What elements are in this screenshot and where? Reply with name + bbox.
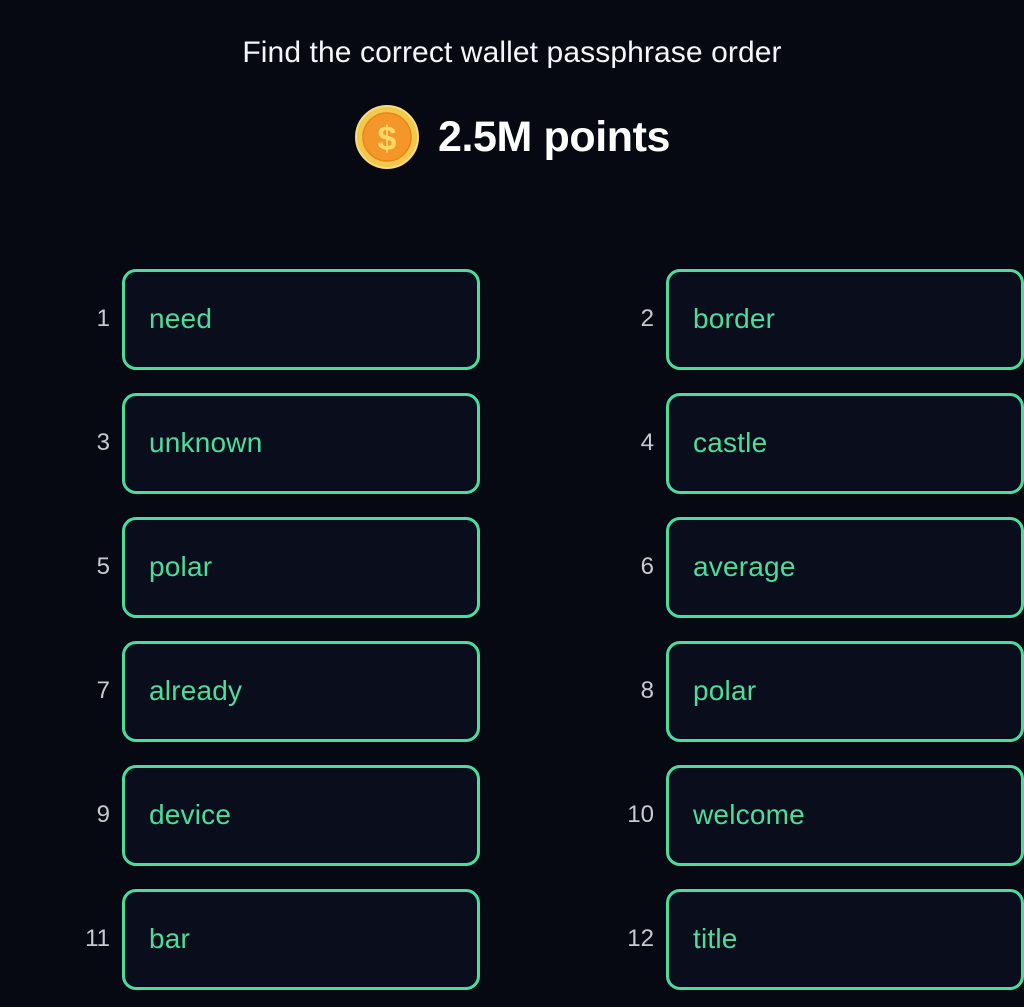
passphrase-slot-2[interactable]: 2 border xyxy=(480,257,1024,381)
coin-dollar-icon: $ xyxy=(354,104,420,170)
passphrase-slot-10[interactable]: 10 welcome xyxy=(480,753,1024,877)
page-title: Find the correct wallet passphrase order xyxy=(242,36,782,69)
word-text: device xyxy=(149,799,232,830)
passphrase-slot-6[interactable]: 6 average xyxy=(480,505,1024,629)
slot-index-label: 11 xyxy=(85,925,110,952)
points-value: 2.5M points xyxy=(437,113,671,161)
word-text: welcome xyxy=(693,799,805,830)
passphrase-grid: 1 need 2 border 3 unknown 4 castle 5 pol… xyxy=(0,257,1024,1001)
slot-index-label: 12 xyxy=(627,925,654,952)
word-box[interactable]: polar xyxy=(666,640,1024,742)
passphrase-slot-4[interactable]: 4 castle xyxy=(480,381,1024,505)
word-text: polar xyxy=(149,551,213,582)
passphrase-slot-8[interactable]: 8 polar xyxy=(480,629,1024,753)
grid-row: 3 unknown 4 castle xyxy=(0,381,1024,505)
grid-row: 9 device 10 welcome xyxy=(0,753,1024,877)
word-box[interactable]: polar xyxy=(122,516,480,618)
word-text: unknown xyxy=(149,427,263,458)
word-box[interactable]: border xyxy=(666,268,1024,370)
slot-index-label: 9 xyxy=(96,801,110,828)
slot-index-label: 1 xyxy=(96,305,110,332)
grid-row: 5 polar 6 average xyxy=(0,505,1024,629)
word-text: already xyxy=(149,675,243,706)
passphrase-slot-5[interactable]: 5 polar xyxy=(0,505,480,629)
slot-index-label: 4 xyxy=(640,429,654,456)
slot-index-label: 7 xyxy=(96,677,110,704)
passphrase-slot-7[interactable]: 7 already xyxy=(0,629,480,753)
word-text: bar xyxy=(149,923,191,954)
word-box[interactable]: device xyxy=(122,764,480,866)
grid-row: 1 need 2 border xyxy=(0,257,1024,381)
slot-index-label: 8 xyxy=(640,677,654,704)
slot-index-label: 6 xyxy=(640,553,654,580)
passphrase-slot-1[interactable]: 1 need xyxy=(0,257,480,381)
word-text: border xyxy=(693,303,776,334)
grid-row: 11 bar 12 title xyxy=(0,877,1024,1001)
points-reward-row: $ 2.5M points xyxy=(0,104,1024,170)
word-box[interactable]: bar xyxy=(122,888,480,990)
word-box[interactable]: average xyxy=(666,516,1024,618)
word-box[interactable]: welcome xyxy=(666,764,1024,866)
word-box[interactable]: unknown xyxy=(122,392,480,494)
passphrase-order-screen: Find the correct wallet passphrase order… xyxy=(0,0,1024,1007)
passphrase-slot-12[interactable]: 12 title xyxy=(480,877,1024,1001)
word-box[interactable]: need xyxy=(122,268,480,370)
passphrase-slot-9[interactable]: 9 device xyxy=(0,753,480,877)
word-text: title xyxy=(693,923,738,954)
word-box[interactable]: castle xyxy=(666,392,1024,494)
passphrase-slot-11[interactable]: 11 bar xyxy=(0,877,480,1001)
word-box[interactable]: title xyxy=(666,888,1024,990)
passphrase-slot-3[interactable]: 3 unknown xyxy=(0,381,480,505)
slot-index-label: 5 xyxy=(96,553,110,580)
grid-row: 7 already 8 polar xyxy=(0,629,1024,753)
slot-index-label: 2 xyxy=(640,305,654,332)
word-text: polar xyxy=(693,675,757,706)
word-text: castle xyxy=(693,427,768,458)
word-box[interactable]: already xyxy=(122,640,480,742)
slot-index-label: 3 xyxy=(96,429,110,456)
word-text: need xyxy=(149,303,213,334)
word-text: average xyxy=(693,551,796,582)
slot-index-label: 10 xyxy=(627,801,654,828)
svg-text:$: $ xyxy=(377,120,396,158)
